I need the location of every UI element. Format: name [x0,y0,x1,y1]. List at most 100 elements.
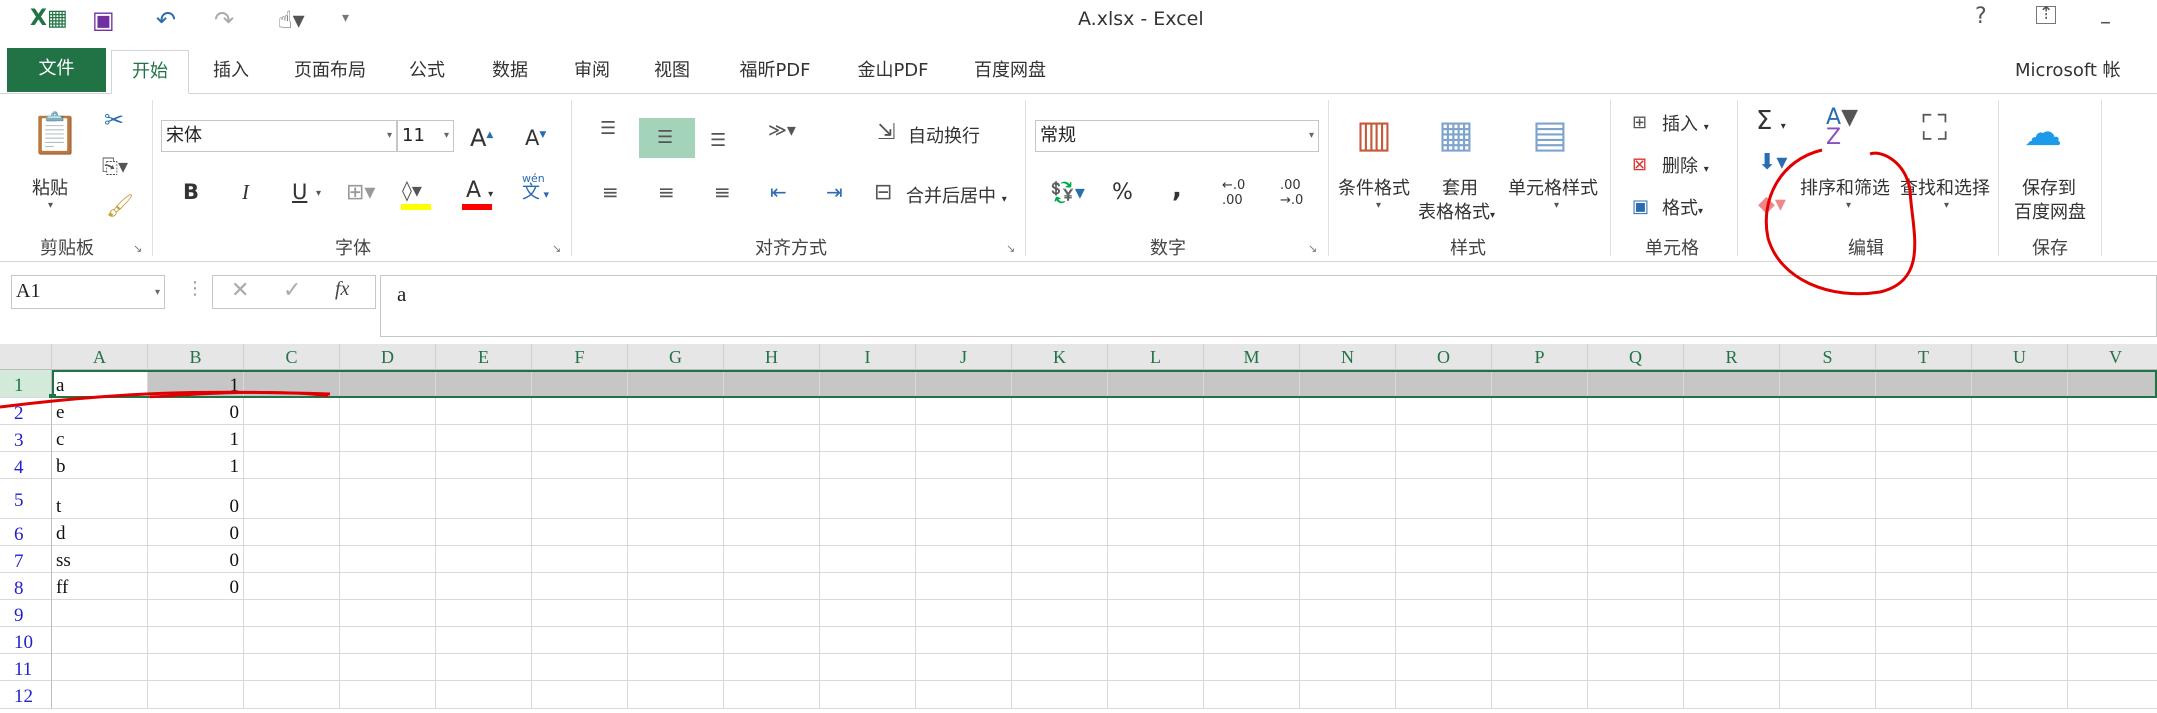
cell-V2[interactable] [2068,398,2157,425]
cell-G9[interactable] [628,600,724,627]
cell-V12[interactable] [2068,681,2157,709]
cell-S10[interactable] [1780,627,1876,654]
save-to-baidu-label[interactable]: 百度网盘 [2014,198,2086,224]
sort-filter-button[interactable]: 排序和筛选 [1800,174,1890,200]
cell-A11[interactable] [52,654,148,681]
cell-J10[interactable] [916,627,1012,654]
orientation-icon[interactable]: ≫▾ [768,120,796,141]
row-header[interactable]: 10 [0,627,52,654]
cell-B2[interactable]: 0 [148,398,244,425]
cell-J4[interactable] [916,452,1012,479]
phonetic-button[interactable]: wén 文 ▾ [522,172,549,202]
cell-P4[interactable] [1492,452,1588,479]
cell-L2[interactable] [1108,398,1204,425]
cell-A12[interactable] [52,681,148,709]
tab-file[interactable]: 文件 [7,48,106,92]
cell-Q7[interactable] [1588,546,1684,573]
cell-S5[interactable] [1780,479,1876,519]
cell-C12[interactable] [244,681,340,709]
cell-U9[interactable] [1972,600,2068,627]
cell-P1[interactable] [1492,370,1588,398]
cell-D1[interactable] [340,370,436,398]
cell-U7[interactable] [1972,546,2068,573]
align-right-icon[interactable]: ≡ [714,180,731,204]
tab-formulas[interactable]: 公式 [392,50,462,94]
cell-J11[interactable] [916,654,1012,681]
cell-styles-button[interactable]: 单元格样式 [1508,174,1598,200]
dialog-launcher-icon[interactable]: ↘ [552,242,561,255]
font-color-button[interactable]: A ▾ [466,178,493,203]
cell-P3[interactable] [1492,425,1588,452]
increase-decimal-button[interactable]: ←.0 .00 [1222,178,1245,208]
cell-U11[interactable] [1972,654,2068,681]
cell-A3[interactable]: c [52,425,148,452]
cell-T8[interactable] [1876,573,1972,600]
column-header[interactable]: M [1204,344,1300,370]
align-middle-button[interactable]: ☰ [639,118,695,158]
cell-E9[interactable] [436,600,532,627]
ribbon-display-options-icon[interactable]: ⇡ [2036,5,2056,24]
cell-G1[interactable] [628,370,724,398]
merge-center-icon[interactable]: ⊟ [874,180,892,205]
cell-N5[interactable] [1300,479,1396,519]
cell-K10[interactable] [1012,627,1108,654]
cell-U8[interactable] [1972,573,2068,600]
cell-R6[interactable] [1684,519,1780,546]
font-name-select[interactable]: 宋体 ▾ [161,120,397,152]
cell-T6[interactable] [1876,519,1972,546]
cell-Q8[interactable] [1588,573,1684,600]
tab-page-layout[interactable]: 页面布局 [280,50,380,94]
cell-U2[interactable] [1972,398,2068,425]
cell-T2[interactable] [1876,398,1972,425]
cell-D8[interactable] [340,573,436,600]
align-bottom-icon[interactable]: ☰ [710,130,726,151]
cell-U5[interactable] [1972,479,2068,519]
cell-N6[interactable] [1300,519,1396,546]
minimize-button[interactable]: – [2100,10,2111,35]
column-header[interactable]: G [628,344,724,370]
cell-R4[interactable] [1684,452,1780,479]
cell-M5[interactable] [1204,479,1300,519]
cell-N9[interactable] [1300,600,1396,627]
cell-C11[interactable] [244,654,340,681]
cell-C6[interactable] [244,519,340,546]
cell-R11[interactable] [1684,654,1780,681]
cell-A9[interactable] [52,600,148,627]
cell-U1[interactable] [1972,370,2068,398]
cell-J3[interactable] [916,425,1012,452]
cell-B11[interactable] [148,654,244,681]
cell-K6[interactable] [1012,519,1108,546]
cell-styles-icon[interactable]: ▤ [1532,112,1568,156]
row-header[interactable]: 2 [0,398,52,425]
save-to-baidu-button[interactable]: 保存到 [2022,174,2076,200]
cell-R3[interactable] [1684,425,1780,452]
delete-cells-icon[interactable]: ⊠ [1632,154,1647,175]
cell-J12[interactable] [916,681,1012,709]
cell-T11[interactable] [1876,654,1972,681]
cancel-button[interactable]: ✕ [231,278,249,303]
column-header[interactable]: T [1876,344,1972,370]
comma-button[interactable]: , [1172,174,1182,204]
grow-font-button[interactable]: A▲ [470,124,493,152]
account-name[interactable]: Microsoft 帐 [2015,50,2150,94]
cell-E3[interactable] [436,425,532,452]
cell-D11[interactable] [340,654,436,681]
cell-L8[interactable] [1108,573,1204,600]
font-size-select[interactable]: 11 ▾ [397,120,454,152]
column-header[interactable]: C [244,344,340,370]
cell-G3[interactable] [628,425,724,452]
cell-E12[interactable] [436,681,532,709]
column-header[interactable]: F [532,344,628,370]
cell-O10[interactable] [1396,627,1492,654]
row-header[interactable]: 9 [0,600,52,627]
cell-B5[interactable]: 0 [148,479,244,519]
cell-T12[interactable] [1876,681,1972,709]
cell-D7[interactable] [340,546,436,573]
cell-L12[interactable] [1108,681,1204,709]
cell-T3[interactable] [1876,425,1972,452]
cell-O9[interactable] [1396,600,1492,627]
cell-U3[interactable] [1972,425,2068,452]
cell-A10[interactable] [52,627,148,654]
cell-N3[interactable] [1300,425,1396,452]
cell-A8[interactable]: ff [52,573,148,600]
